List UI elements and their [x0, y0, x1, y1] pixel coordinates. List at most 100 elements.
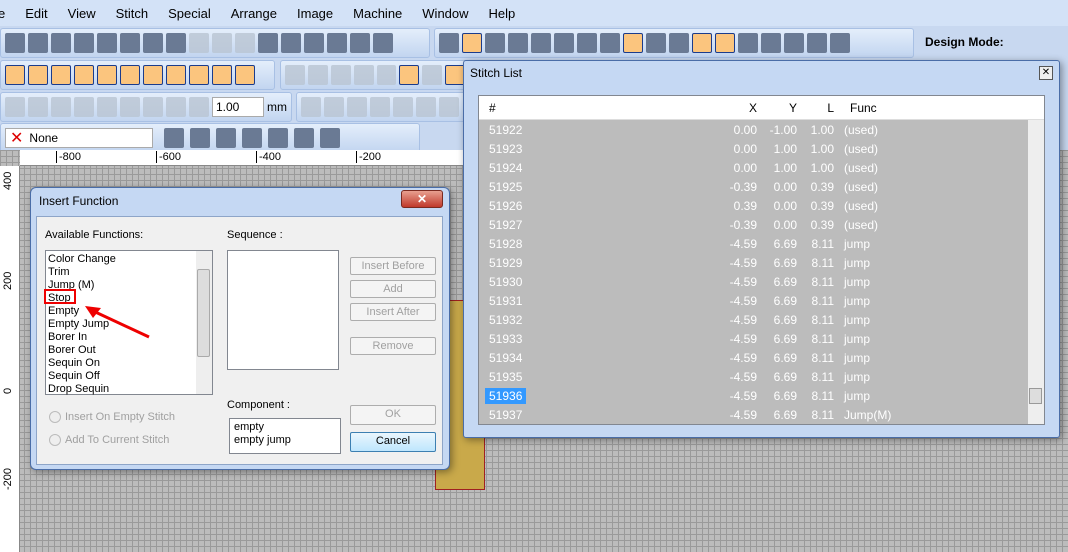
- toolbar-tool-icon[interactable]: [715, 33, 735, 53]
- close-button[interactable]: ✕: [1039, 66, 1053, 80]
- toolbar-tool-icon[interactable]: [28, 97, 48, 117]
- toolbar-tool-icon[interactable]: [577, 33, 597, 53]
- toolbar-tool-icon[interactable]: [373, 33, 393, 53]
- toolbar-tool-icon[interactable]: [189, 33, 209, 53]
- stitch-table[interactable]: # X Y L Func 51922 0.00 -1.00 1.00 (used) 519…: [478, 95, 1045, 425]
- toolbar-tool-icon[interactable]: [143, 97, 163, 117]
- close-button[interactable]: ✕: [401, 190, 443, 208]
- toolbar-tool-icon[interactable]: [166, 33, 186, 53]
- toolbar-tool-icon[interactable]: [830, 33, 850, 53]
- table-row[interactable]: 51931 -4.59 6.69 8.11 jump: [479, 291, 1044, 310]
- insert-before-button[interactable]: Insert Before: [350, 257, 436, 275]
- toolbar-tool-icon[interactable]: [143, 65, 163, 85]
- toolbar-tool-icon[interactable]: [97, 33, 117, 53]
- column-header[interactable]: Y: [757, 101, 797, 115]
- table-row[interactable]: 51928 -4.59 6.69 8.11 jump: [479, 234, 1044, 253]
- add-button[interactable]: Add: [350, 280, 436, 298]
- toolbar-tool-icon[interactable]: [600, 33, 620, 53]
- column-header[interactable]: X: [715, 101, 757, 115]
- toolbar-tool-icon[interactable]: [97, 97, 117, 117]
- toolbar-tool-icon[interactable]: [285, 65, 305, 85]
- scrollbar[interactable]: [196, 251, 212, 394]
- toolbar-tool-icon[interactable]: [353, 65, 374, 85]
- toolbar-tool-icon[interactable]: [350, 33, 370, 53]
- function-item[interactable]: Trim: [46, 266, 194, 279]
- toolbar-tool-icon[interactable]: [97, 65, 117, 85]
- toolbar-tool-icon[interactable]: [485, 33, 505, 53]
- table-row[interactable]: 51925 -0.39 0.00 0.39 (used): [479, 177, 1044, 196]
- toolbar-tool-icon[interactable]: [692, 33, 712, 53]
- menu-item[interactable]: Arrange: [231, 6, 277, 21]
- menu-item[interactable]: Edit: [25, 6, 47, 21]
- toolbar-tool-icon[interactable]: [166, 65, 186, 85]
- toolbar-tool-icon[interactable]: [370, 97, 390, 117]
- toolbar-tool-icon[interactable]: [120, 65, 140, 85]
- toolbar-tool-icon[interactable]: [281, 33, 301, 53]
- menu-item[interactable]: Help: [489, 6, 516, 21]
- toolbar-tool-icon[interactable]: [554, 33, 574, 53]
- table-row[interactable]: 51923 0.00 1.00 1.00 (used): [479, 139, 1044, 158]
- function-item[interactable]: Sequin Off: [46, 370, 194, 383]
- toolbar-tool-icon[interactable]: [212, 65, 232, 85]
- table-row[interactable]: 51922 0.00 -1.00 1.00 (used): [479, 120, 1044, 139]
- table-row[interactable]: 51932 -4.59 6.69 8.11 jump: [479, 310, 1044, 329]
- toolbar-tool-icon[interactable]: [462, 33, 482, 53]
- toolbar-tool-icon[interactable]: [51, 97, 71, 117]
- menu-item[interactable]: Stitch: [116, 6, 149, 21]
- spacing-input[interactable]: 1.00: [212, 97, 264, 117]
- sequence-list[interactable]: [227, 250, 339, 370]
- function-item[interactable]: Drop Sequin: [46, 383, 194, 396]
- toolbar-tool-icon[interactable]: [268, 128, 288, 148]
- table-row[interactable]: 51924 0.00 1.00 1.00 (used): [479, 158, 1044, 177]
- column-header[interactable]: L: [797, 101, 834, 115]
- toolbar-tool-icon[interactable]: [5, 65, 25, 85]
- column-header[interactable]: Func: [834, 101, 877, 115]
- toolbar-tool-icon[interactable]: [28, 33, 48, 53]
- toolbar-tool-icon[interactable]: [320, 128, 340, 148]
- toolbar-tool-icon[interactable]: [761, 33, 781, 53]
- toolbar-tool-icon[interactable]: [439, 33, 459, 53]
- table-row[interactable]: 51933 -4.59 6.69 8.11 jump: [479, 329, 1044, 348]
- table-row[interactable]: 51934 -4.59 6.69 8.11 jump: [479, 348, 1044, 367]
- toolbar-tool-icon[interactable]: [212, 33, 232, 53]
- toolbar-tool-icon[interactable]: [5, 33, 25, 53]
- toolbar-tool-icon[interactable]: [5, 97, 25, 117]
- toolbar-tool-icon[interactable]: [376, 65, 397, 85]
- toolbar-tool-icon[interactable]: [74, 65, 94, 85]
- component-item[interactable]: empty jump: [232, 434, 338, 447]
- toolbar-tool-icon[interactable]: [301, 97, 321, 117]
- toolbar-tool-icon[interactable]: [508, 33, 528, 53]
- toolbar-tool-icon[interactable]: [294, 128, 314, 148]
- toolbar-tool-icon[interactable]: [120, 33, 140, 53]
- toolbar-tool-icon[interactable]: [416, 97, 436, 117]
- function-item[interactable]: Sequin On: [46, 357, 194, 370]
- toolbar-tool-icon[interactable]: [307, 65, 328, 85]
- toolbar-tool-icon[interactable]: [738, 33, 758, 53]
- menu-item[interactable]: View: [68, 6, 96, 21]
- insert-after-button[interactable]: Insert After: [350, 303, 436, 321]
- toolbar-tool-icon[interactable]: [235, 65, 255, 85]
- function-item[interactable]: Color Change: [46, 253, 194, 266]
- table-row[interactable]: 51935 -4.59 6.69 8.11 jump: [479, 367, 1044, 386]
- toolbar-tool-icon[interactable]: [189, 65, 209, 85]
- function-item[interactable]: Borer Out: [46, 344, 194, 357]
- ok-button[interactable]: OK: [350, 405, 436, 425]
- toolbar-tool-icon[interactable]: [74, 33, 94, 53]
- add-to-current-radio[interactable]: Add To Current Stitch: [49, 434, 169, 446]
- toolbar-tool-icon[interactable]: [422, 65, 443, 85]
- toolbar-tool-icon[interactable]: [189, 97, 209, 117]
- toolbar-tool-icon[interactable]: [120, 97, 140, 117]
- scrollbar-thumb[interactable]: [197, 269, 210, 357]
- table-row[interactable]: 51937 -4.59 6.69 8.11 Jump(M): [479, 405, 1044, 424]
- color-select[interactable]: ✕ None: [5, 128, 153, 148]
- toolbar-tool-icon[interactable]: [399, 65, 420, 85]
- toolbar-tool-icon[interactable]: [190, 128, 210, 148]
- cancel-button[interactable]: Cancel: [350, 432, 436, 452]
- toolbar-tool-icon[interactable]: [242, 128, 262, 148]
- insert-on-empty-radio[interactable]: Insert On Empty Stitch: [49, 411, 175, 423]
- toolbar-tool-icon[interactable]: [324, 97, 344, 117]
- toolbar-tool-icon[interactable]: [646, 33, 666, 53]
- toolbar-tool-icon[interactable]: [258, 33, 278, 53]
- table-row[interactable]: 51926 0.39 0.00 0.39 (used): [479, 196, 1044, 215]
- toolbar-tool-icon[interactable]: [330, 65, 351, 85]
